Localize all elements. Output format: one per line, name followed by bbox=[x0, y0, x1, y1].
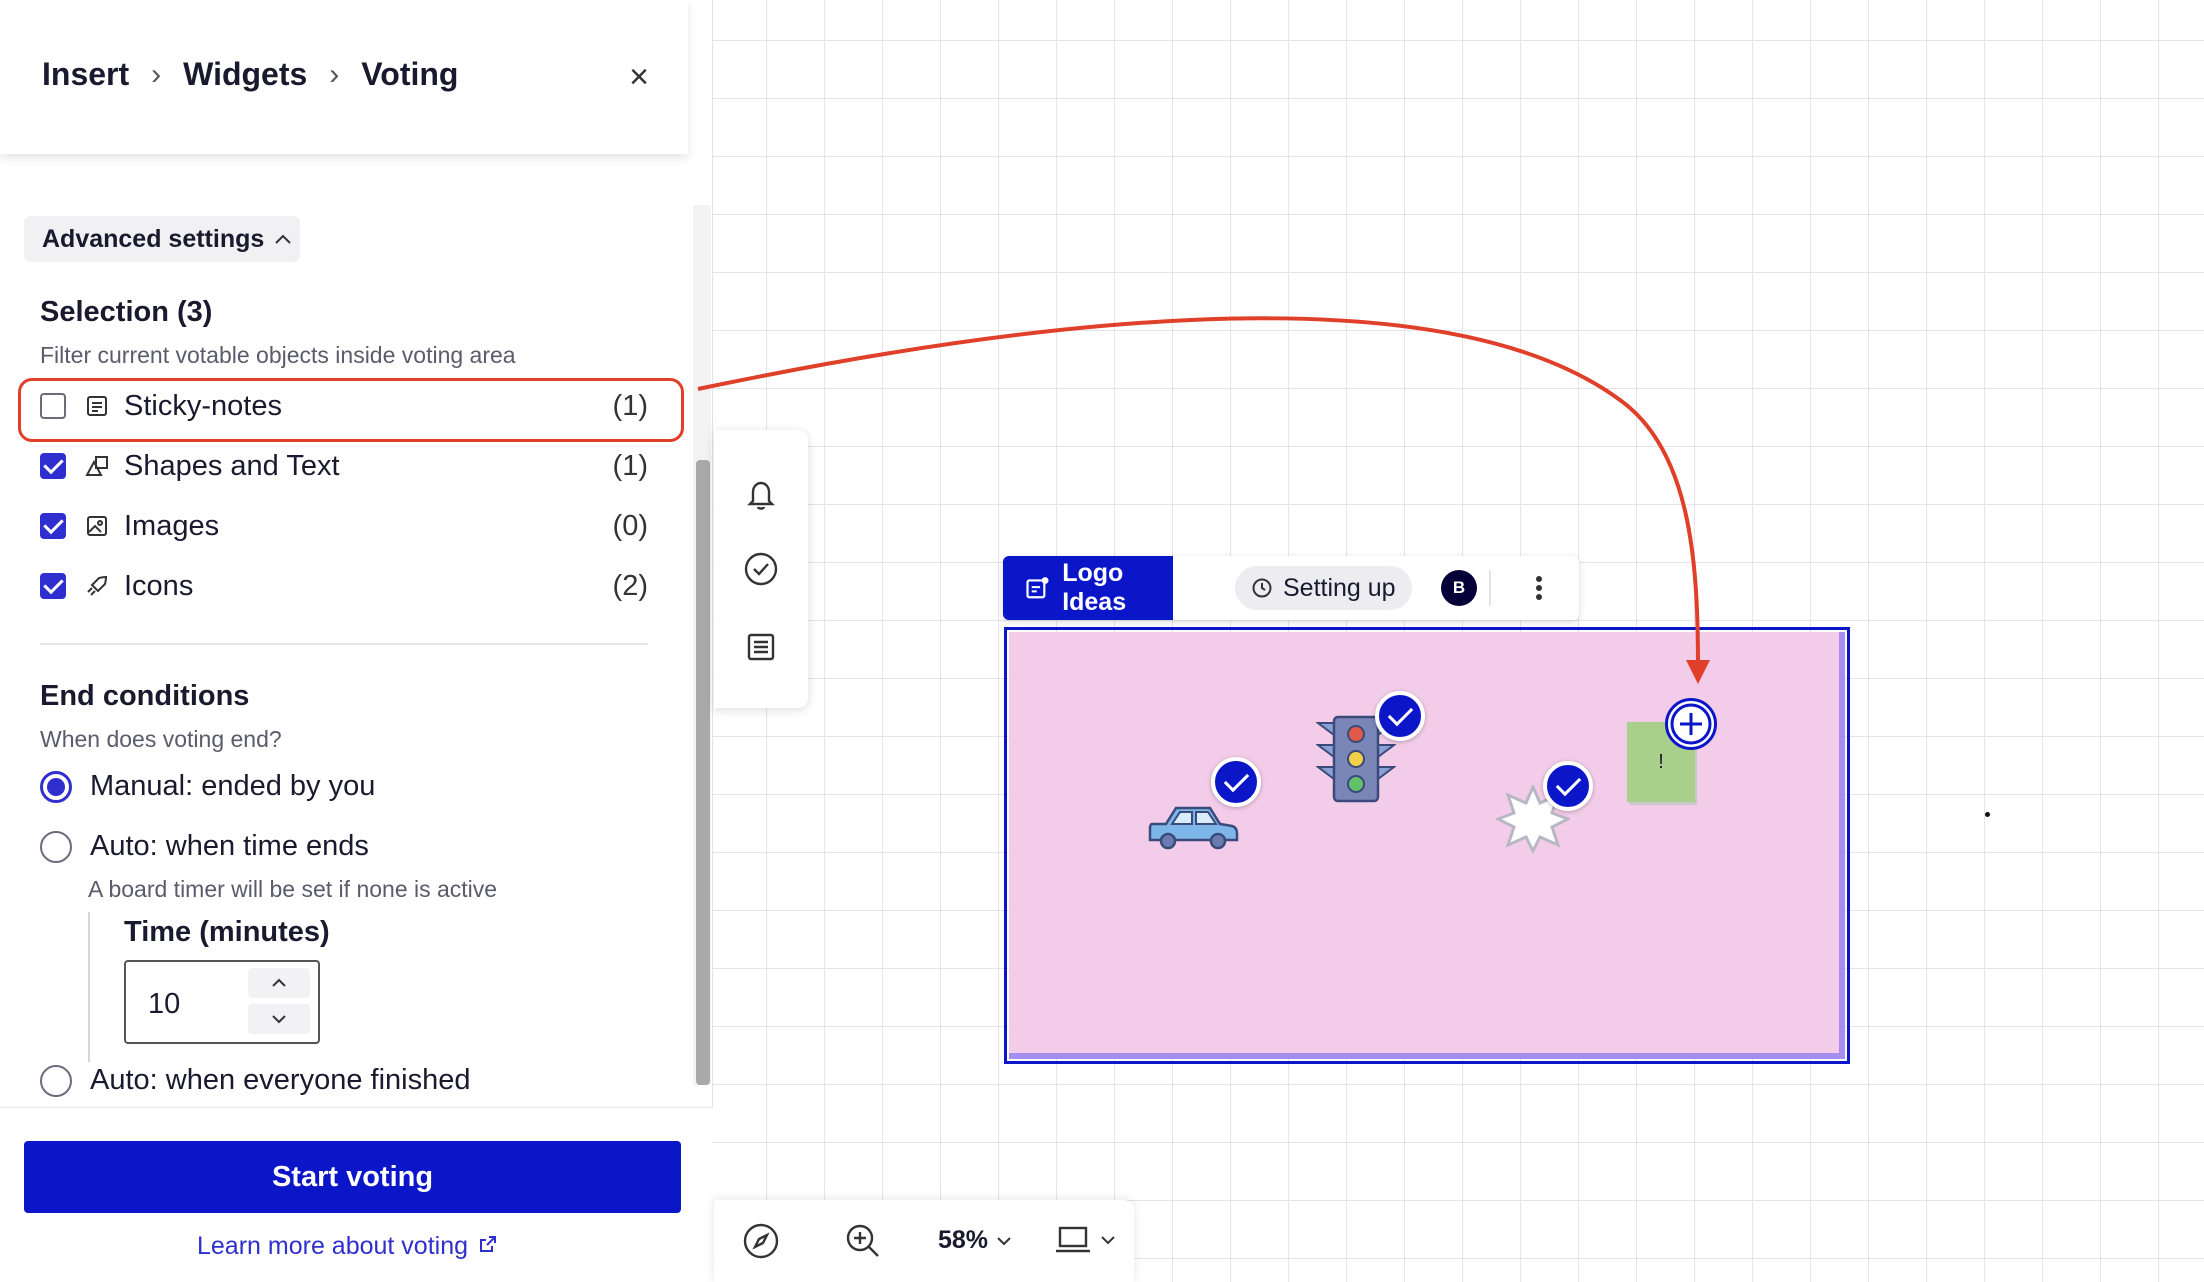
time-setting: Time (minutes) 10 bbox=[88, 912, 388, 1062]
shapes-checkbox[interactable] bbox=[40, 453, 66, 479]
chevron-up-icon bbox=[272, 978, 286, 987]
breadcrumb-voting: Voting bbox=[361, 56, 459, 92]
status-label: Setting up bbox=[1283, 573, 1396, 602]
frame-tag[interactable]: Logo Ideas bbox=[1003, 556, 1173, 620]
voted-check-badge[interactable] bbox=[1375, 691, 1425, 741]
icons-checkbox[interactable] bbox=[40, 573, 66, 599]
add-vote-icon[interactable] bbox=[1665, 698, 1717, 750]
time-value[interactable]: 10 bbox=[148, 988, 180, 1021]
filter-label: Icons bbox=[124, 569, 194, 602]
breadcrumb-insert[interactable]: Insert bbox=[42, 56, 129, 93]
selection-subtitle: Filter current votable objects inside vo… bbox=[40, 342, 516, 368]
radio-label: Auto: when everyone finished bbox=[90, 1064, 471, 1096]
external-link-icon bbox=[478, 1232, 498, 1261]
radio-button[interactable] bbox=[40, 770, 72, 803]
start-voting-button[interactable]: Start voting bbox=[24, 1141, 681, 1213]
images-checkbox[interactable] bbox=[40, 513, 66, 539]
voted-check-badge[interactable] bbox=[1543, 761, 1593, 811]
frame-title: Logo Ideas bbox=[1062, 559, 1127, 616]
bottom-toolbar: 58% bbox=[714, 1200, 1134, 1282]
panel-header: Insert › Widgets › Voting × bbox=[0, 0, 688, 154]
avatar[interactable]: B bbox=[1441, 570, 1477, 606]
check-circle-icon[interactable] bbox=[741, 549, 781, 589]
filter-count: (1) bbox=[612, 449, 648, 482]
end-conditions-title: End conditions bbox=[40, 680, 250, 712]
filter-label: Shapes and Text bbox=[124, 449, 340, 482]
advanced-settings-label: Advanced settings bbox=[42, 224, 265, 253]
panel-footer: Start voting Learn more about voting bbox=[0, 1107, 713, 1282]
time-minutes-input[interactable]: 10 bbox=[124, 960, 320, 1044]
stepper-up-button[interactable] bbox=[248, 968, 310, 998]
voting-frame-area[interactable] bbox=[1009, 632, 1845, 1059]
chevron-up-icon bbox=[274, 228, 292, 251]
scrollbar-thumb[interactable] bbox=[696, 460, 710, 1085]
radio-auto-everyone[interactable]: Auto: when everyone finished bbox=[40, 1064, 470, 1097]
zoom-in-icon[interactable] bbox=[844, 1222, 882, 1260]
chevron-down-icon bbox=[1101, 1236, 1115, 1245]
end-conditions-subtitle: When does voting end? bbox=[40, 726, 282, 752]
list-icon[interactable] bbox=[741, 627, 781, 667]
section-divider bbox=[40, 643, 648, 645]
learn-more-label: Learn more about voting bbox=[197, 1232, 469, 1260]
filter-shapes-and-text[interactable]: Shapes and Text (1) bbox=[40, 446, 648, 486]
stepper-down-button[interactable] bbox=[248, 1004, 310, 1034]
close-icon[interactable]: × bbox=[622, 60, 656, 94]
car-icon[interactable] bbox=[1146, 798, 1240, 857]
filter-count: (0) bbox=[612, 509, 648, 542]
chevron-down-icon bbox=[272, 1015, 286, 1024]
chevron-right-icon: › bbox=[151, 57, 162, 91]
shapes-icon bbox=[84, 453, 110, 479]
more-options-icon[interactable] bbox=[1523, 570, 1555, 606]
status-pill[interactable]: Setting up bbox=[1235, 566, 1412, 610]
sticky-note-text: ! bbox=[1658, 750, 1664, 773]
canvas-dot bbox=[1985, 812, 1990, 817]
selection-title: Selection (3) bbox=[40, 296, 213, 328]
compass-icon[interactable] bbox=[742, 1222, 780, 1260]
frame-toolbar: Logo Ideas Setting up B bbox=[1003, 556, 1579, 620]
voted-check-badge[interactable] bbox=[1211, 757, 1261, 807]
radio-auto-time[interactable]: Auto: when time ends bbox=[40, 830, 369, 863]
zoom-level: 58% bbox=[938, 1226, 989, 1254]
filter-icons[interactable]: Icons (2) bbox=[40, 566, 648, 606]
chevron-right-icon: › bbox=[329, 57, 340, 91]
zoom-level-dropdown[interactable]: 58% bbox=[938, 1226, 1012, 1255]
radio-button[interactable] bbox=[40, 830, 72, 863]
radio-label: Auto: when time ends bbox=[90, 830, 369, 862]
annotation-highlight bbox=[18, 378, 684, 442]
radio-label: Manual: ended by you bbox=[90, 770, 376, 802]
image-icon bbox=[84, 513, 110, 539]
breadcrumb-widgets[interactable]: Widgets bbox=[183, 56, 307, 93]
time-label: Time (minutes) bbox=[124, 916, 330, 948]
voting-panel: Insert › Widgets › Voting × Advanced set… bbox=[0, 0, 713, 1282]
advanced-settings-toggle[interactable]: Advanced settings bbox=[24, 216, 300, 262]
learn-more-link[interactable]: Learn more about voting bbox=[197, 1232, 498, 1261]
clock-icon bbox=[1252, 578, 1272, 598]
auto-time-hint: A board timer will be set if none is act… bbox=[88, 876, 498, 902]
voting-frame-icon bbox=[1026, 577, 1049, 599]
radio-manual[interactable]: Manual: ended by you bbox=[40, 770, 375, 803]
bell-icon[interactable] bbox=[741, 474, 781, 514]
toolbar-separator bbox=[1489, 570, 1491, 606]
chevron-down-icon bbox=[997, 1236, 1011, 1245]
rocket-icon bbox=[84, 573, 110, 599]
side-toolbar bbox=[714, 430, 808, 708]
breadcrumb: Insert › Widgets › Voting bbox=[42, 56, 458, 93]
radio-button[interactable] bbox=[40, 1064, 72, 1097]
filter-count: (2) bbox=[612, 569, 648, 602]
laptop-icon[interactable] bbox=[1054, 1224, 1116, 1256]
filter-label: Images bbox=[124, 509, 220, 542]
filter-images[interactable]: Images (0) bbox=[40, 506, 648, 546]
